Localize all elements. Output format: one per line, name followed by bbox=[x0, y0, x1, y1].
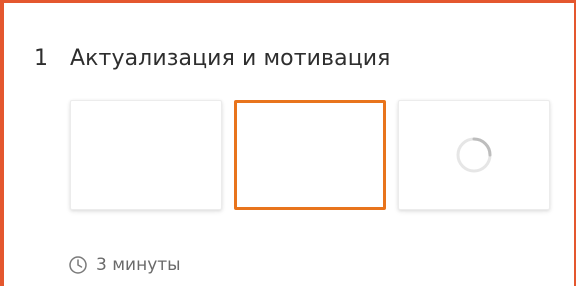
step-title: Актуализация и мотивация bbox=[70, 45, 391, 71]
material-card-3-loading[interactable] bbox=[398, 100, 550, 210]
panel-left-border bbox=[0, 0, 4, 286]
clock-icon bbox=[69, 256, 87, 274]
lesson-step-panel: 1 Актуализация и мотивация 3 минуты bbox=[0, 0, 576, 286]
spinner-icon bbox=[456, 137, 492, 173]
duration-text: 3 минуты bbox=[96, 255, 181, 275]
step-header: 1 Актуализация и мотивация bbox=[34, 40, 391, 76]
panel-top-border bbox=[0, 0, 576, 3]
material-card-2-selected[interactable] bbox=[234, 100, 386, 210]
material-card-1[interactable] bbox=[70, 100, 222, 210]
step-number: 1 bbox=[34, 45, 49, 71]
material-cards bbox=[70, 100, 550, 210]
duration-info: 3 минуты bbox=[68, 255, 181, 275]
